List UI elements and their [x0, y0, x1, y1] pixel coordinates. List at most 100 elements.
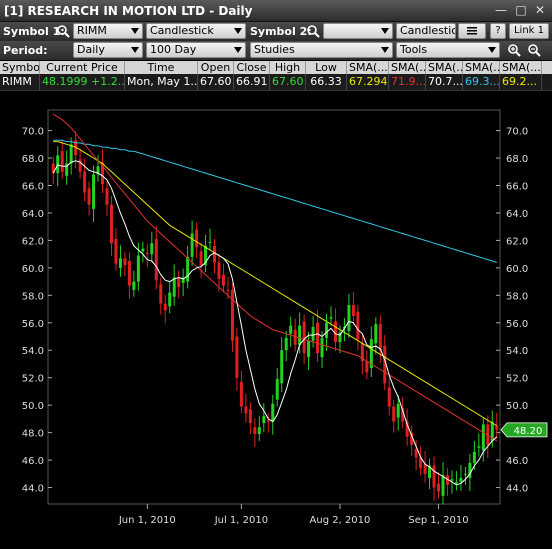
y-tick-label-left: 54.0 — [22, 346, 44, 357]
options-menu-button[interactable] — [458, 23, 486, 39]
quote-column-header[interactable]: Current Price — [40, 61, 125, 74]
candle-body — [307, 340, 311, 358]
candle-body — [437, 483, 441, 492]
candle-body — [213, 245, 217, 263]
candle-body — [495, 425, 499, 430]
x-tick-label: Jul 1, 2010 — [214, 515, 268, 526]
candle-body — [257, 427, 261, 434]
quote-column-header[interactable]: Open — [198, 61, 234, 74]
tools-select[interactable]: Tools — [396, 42, 500, 58]
candle-body — [325, 322, 329, 338]
candle-body — [329, 317, 333, 319]
chevron-down-icon — [234, 47, 242, 53]
quote-cell: 67.294 — [349, 74, 389, 90]
zoom-out-icon[interactable] — [527, 43, 541, 57]
window-titlebar: [1] RESEARCH IN MOTION LTD - Daily — □ ✕ — [0, 0, 552, 22]
range-select[interactable]: 100 Day — [146, 42, 246, 58]
candle-body — [226, 289, 230, 291]
price-chart[interactable]: 70.0 70.0 68.0 68.0 66.0 66.0 64.0 64.0 62.0 62.0… — [0, 91, 552, 546]
quote-table-row[interactable]: RIMM 48.1999 +1.2... Mon, May 1... 67.60 66.… — [0, 74, 552, 91]
quote-cell: 66.33 — [306, 74, 347, 90]
zoom-in-icon[interactable] — [507, 43, 521, 57]
candle-body — [83, 171, 87, 193]
candle-body — [217, 262, 221, 279]
candle-body — [221, 274, 225, 286]
plot-area — [47, 109, 501, 505]
candle-body — [208, 241, 212, 243]
candle-body — [275, 379, 279, 400]
y-tick-label-left: 66.0 — [22, 182, 44, 193]
x-tick-label: Sep 1, 2010 — [408, 515, 468, 526]
symbol2-search-icon[interactable] — [306, 24, 320, 38]
candle-body — [463, 473, 467, 475]
y-tick-label-left: 58.0 — [22, 291, 44, 302]
studies-select[interactable]: Studies — [250, 42, 393, 58]
close-icon[interactable]: ✕ — [533, 3, 547, 17]
chevron-down-icon — [131, 28, 139, 34]
candle-body — [266, 420, 270, 422]
candle-body — [127, 261, 131, 286]
y-tick-label-left: 44.0 — [22, 484, 44, 495]
help-button[interactable]: ? — [490, 23, 506, 39]
symbol1-search-icon[interactable] — [56, 24, 70, 38]
candle-body — [172, 277, 176, 297]
quote-column-header[interactable]: SMA(... — [347, 61, 389, 74]
range-value: 100 Day — [150, 43, 197, 56]
candle-body — [414, 449, 418, 458]
maximize-icon[interactable]: □ — [514, 3, 528, 17]
chevron-down-icon — [381, 28, 389, 34]
candle-body — [481, 424, 485, 451]
quote-column-header[interactable]: SMA(... — [389, 61, 426, 74]
candle-body — [262, 416, 266, 424]
y-tick-label-right: 52.0 — [506, 374, 528, 385]
candle-body — [347, 304, 351, 332]
candle-body — [114, 239, 118, 264]
quote-column-header[interactable]: SMA(... — [426, 61, 463, 74]
candle-body — [284, 337, 288, 351]
candle-body — [472, 451, 476, 463]
candle-body — [56, 155, 60, 174]
candle-body — [235, 336, 239, 378]
candle-body — [248, 409, 252, 424]
chart-type-value: Candlestick — [150, 24, 214, 37]
candle-body — [230, 289, 234, 341]
quote-column-header[interactable]: Time — [125, 61, 198, 74]
candle-body — [177, 277, 181, 288]
candle-body — [60, 151, 64, 172]
quote-column-header[interactable]: High — [270, 61, 306, 74]
y-tick-label-right: 70.0 — [506, 127, 528, 138]
candlestick-chart-svg[interactable]: 70.0 70.0 68.0 68.0 66.0 66.0 64.0 64.0 62.0 62.0… — [0, 91, 552, 546]
y-tick-label-right: 46.0 — [506, 456, 528, 467]
chevron-down-icon — [381, 47, 389, 53]
quote-cell: 71.9... — [391, 74, 426, 90]
chart-type2-select[interactable]: Candlestick — [396, 23, 456, 39]
quote-column-header[interactable]: Symbol — [0, 61, 40, 74]
candle-body — [109, 204, 113, 244]
candle-body — [78, 159, 82, 172]
y-tick-label-left: 52.0 — [22, 374, 44, 385]
quote-column-header[interactable]: SMA(... — [463, 61, 500, 74]
candle-body — [190, 233, 194, 257]
candle-body — [454, 482, 458, 484]
period-label: Period: — [3, 44, 48, 57]
candle-body — [356, 311, 360, 340]
chart-type-select[interactable]: Candlestick — [146, 23, 246, 39]
candle-body — [459, 477, 463, 483]
quote-cell: 69.2... — [500, 74, 542, 90]
symbol2-combo[interactable] — [323, 23, 393, 39]
y-tick-label-right: 44.0 — [506, 484, 528, 495]
x-tick-label: Jun 1, 2010 — [118, 515, 176, 526]
candle-body — [423, 464, 427, 474]
quote-cell: 48.1999 +1.2... — [42, 74, 125, 90]
period-select[interactable]: Daily — [73, 42, 143, 58]
quote-column-header[interactable]: Low — [306, 61, 347, 74]
candle-body — [271, 403, 275, 422]
quote-cell: RIMM — [0, 74, 40, 90]
quote-column-header[interactable]: SMA(... — [500, 61, 542, 74]
quote-column-header[interactable]: Close — [234, 61, 270, 74]
y-tick-label-left: 62.0 — [22, 236, 44, 247]
symbol1-combo[interactable]: RIMM — [73, 23, 143, 39]
minimize-icon[interactable]: — — [494, 3, 508, 17]
y-tick-label-right: 64.0 — [506, 209, 528, 220]
link-button[interactable]: Link 1 — [509, 23, 549, 39]
